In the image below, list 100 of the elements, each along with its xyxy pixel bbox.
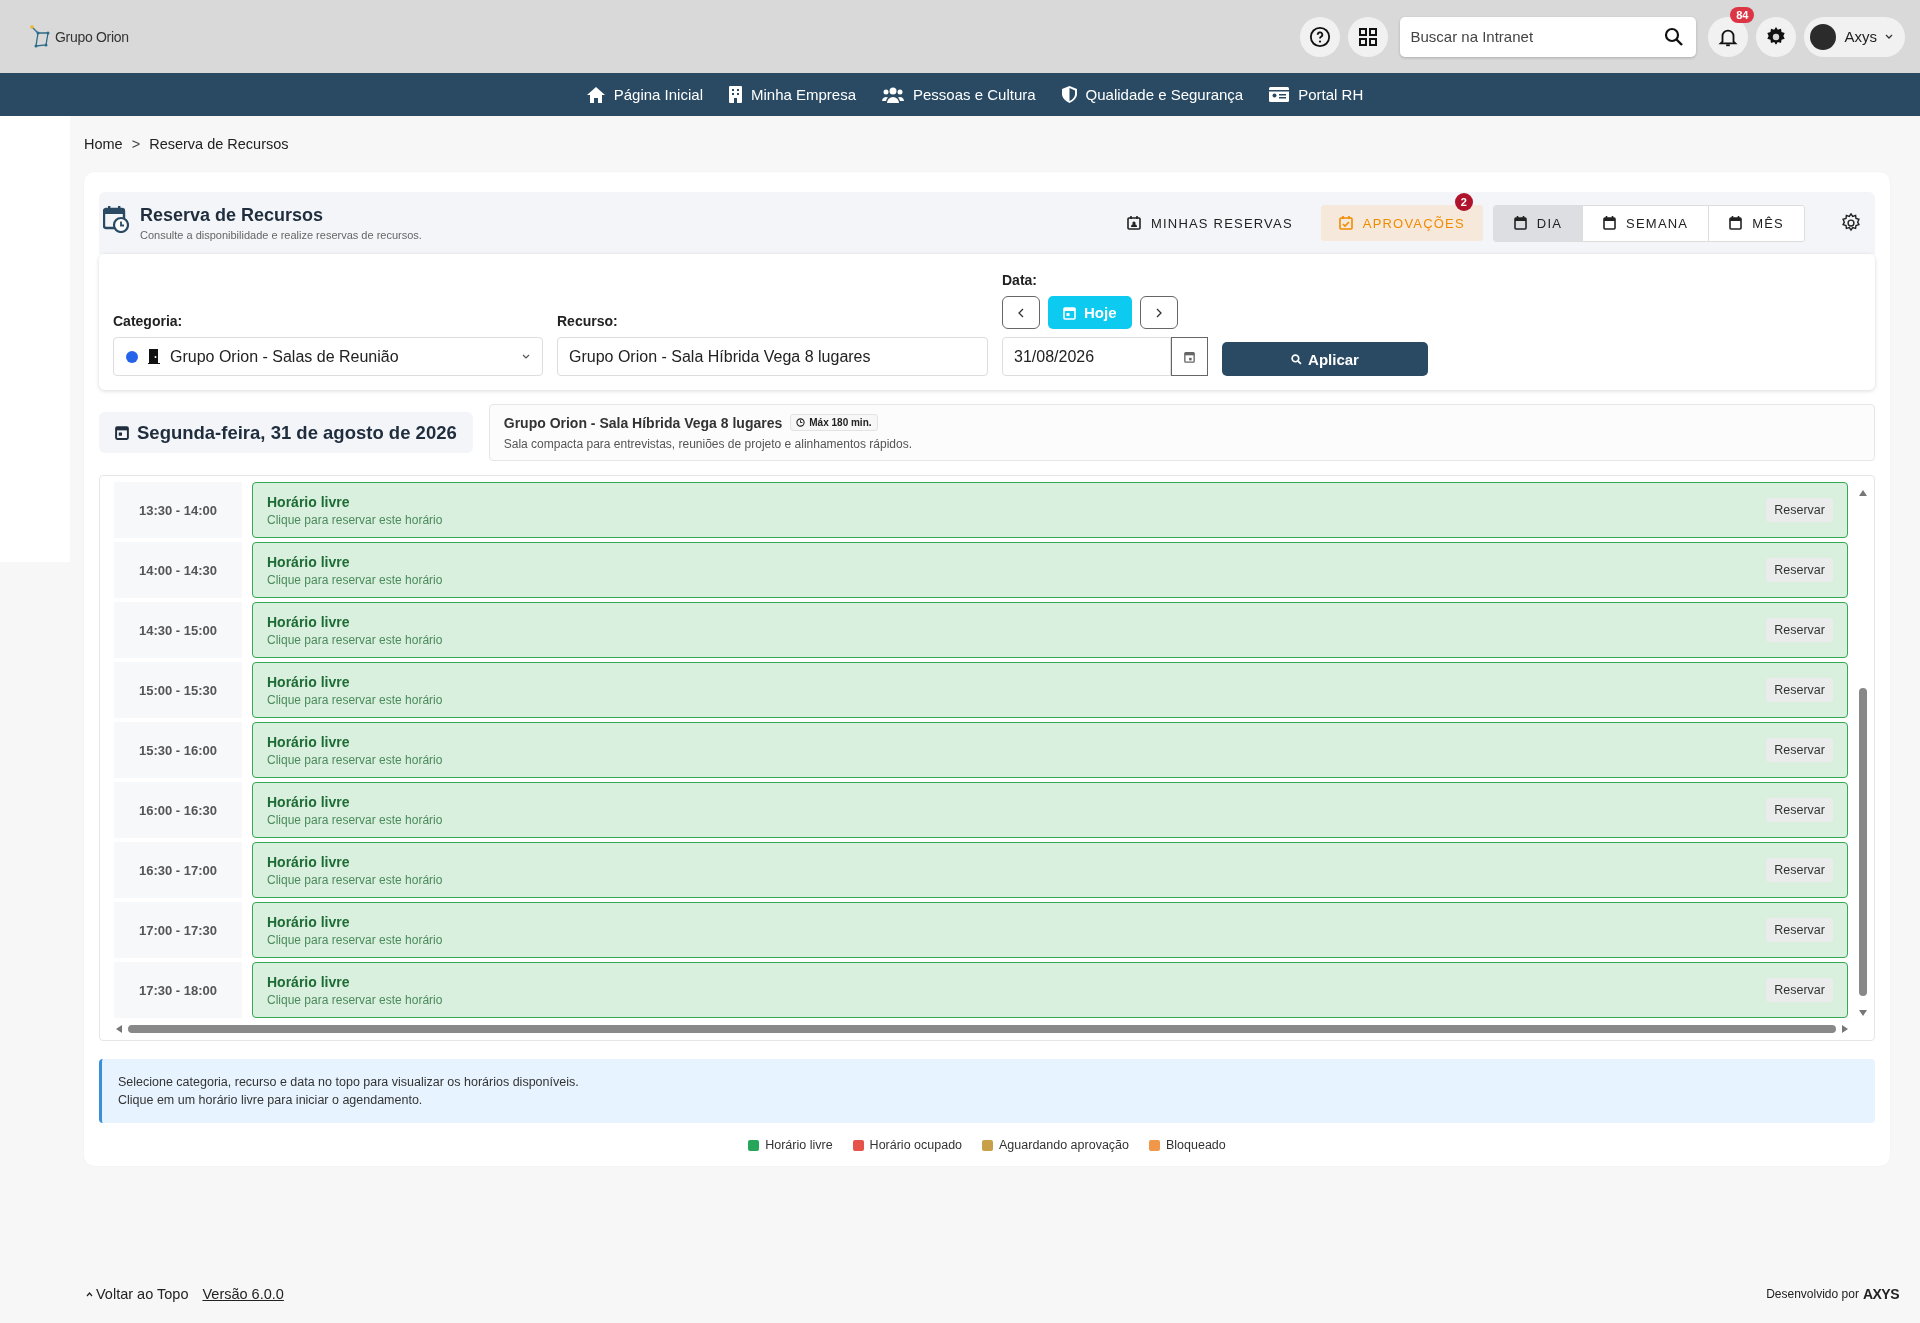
logo-text: Grupo Orion — [55, 28, 129, 45]
limit-text: Máx 180 min. — [809, 417, 872, 428]
help-icon — [1309, 25, 1332, 48]
time-slot[interactable]: Horário livre Clique para reservar este horário Reservar — [252, 962, 1848, 1018]
legend-label: Aguardando aprovação — [999, 1138, 1129, 1153]
time-slot[interactable]: Horário livre Clique para reservar este horário Reservar — [252, 902, 1848, 958]
reserve-button[interactable]: Reservar — [1766, 678, 1833, 702]
time-cell: 16:00 - 16:30 — [114, 782, 242, 838]
time-slot[interactable]: Horário livre Clique para reservar este horário Reservar — [252, 662, 1848, 718]
slot-status: Horário livre — [267, 673, 351, 690]
page-subtitle: Consulte a disponibilidade e realize reservas de recursos. — [140, 229, 422, 241]
time-cell: 14:00 - 14:30 — [114, 542, 242, 598]
slot-hint: Clique para reservar este horário — [267, 812, 443, 827]
apply-button[interactable]: Aplicar — [1222, 342, 1428, 376]
previous-day-button[interactable] — [1002, 296, 1040, 329]
time-cell: 17:00 - 17:30 — [114, 902, 242, 958]
brand-logo: AXYS — [1862, 1286, 1899, 1302]
nav-link[interactable]: Qualidade e Segurança — [1061, 86, 1244, 103]
settings-icon — [1841, 213, 1861, 233]
time-slot[interactable]: Horário livre Clique para reservar este horário Reservar — [252, 842, 1848, 898]
nav-link[interactable]: Pessoas e Cultura — [882, 86, 1036, 103]
people-icon — [882, 86, 904, 103]
reserve-button[interactable]: Reservar — [1766, 918, 1833, 942]
reserve-button[interactable]: Reservar — [1766, 858, 1833, 882]
legend-label: Horário ocupado — [869, 1138, 963, 1153]
slot-hint: Clique para reservar este horário — [267, 752, 443, 767]
vertical-scrollbar[interactable] — [1858, 490, 1868, 1016]
calendar-icon — [1603, 216, 1617, 230]
clock-icon — [796, 418, 806, 427]
field-label: Categoria: — [113, 313, 184, 329]
view-tab[interactable]: DIA — [1493, 205, 1583, 241]
legend-label: Bloqueado — [1166, 1138, 1226, 1153]
next-day-button[interactable] — [1139, 296, 1178, 329]
count-badge: 2 — [1454, 193, 1473, 211]
calendar-icon — [1184, 350, 1195, 363]
breadcrumb-separator: > — [131, 135, 141, 152]
time-cell: 13:30 - 14:00 — [114, 482, 242, 538]
time-slot[interactable]: Horário livre Clique para reservar este horário Reservar — [252, 722, 1848, 778]
id-card-icon — [1269, 87, 1290, 102]
scroll-left-icon — [116, 1025, 122, 1033]
credit-text: Desenvolvido por — [1766, 1287, 1859, 1301]
field-label: Data: — [1002, 272, 1038, 288]
breadcrumb-link[interactable]: Home — [84, 135, 123, 152]
slot-status: Horário livre — [267, 793, 351, 810]
reserve-button[interactable]: Reservar — [1766, 558, 1833, 582]
calendar-icon — [1513, 216, 1527, 230]
time-slot[interactable]: Horário livre Clique para reservar este horário Reservar — [252, 782, 1848, 838]
version-link[interactable]: Versão 6.0.0 — [202, 1286, 284, 1302]
chevron-down-icon — [1885, 33, 1893, 40]
door-icon — [148, 349, 160, 364]
reserve-button[interactable]: Reservar — [1766, 498, 1833, 522]
slot-status: Horário livre — [267, 733, 351, 750]
chevron-right-icon — [1155, 307, 1162, 318]
scroll-up-icon — [1859, 490, 1867, 496]
info-text: Clique em um horário livre para iniciar o agendamento. — [118, 1092, 424, 1110]
view-tab[interactable]: SEMANA — [1582, 205, 1709, 241]
reserve-button[interactable]: Reservar — [1766, 798, 1833, 822]
reserve-button[interactable]: Reservar — [1766, 618, 1833, 642]
search-field[interactable]: Buscar na Intranet — [1400, 16, 1697, 57]
info-text: Selecione categoria, recurso e data no topo para visualizar os horários disponíveis. — [118, 1074, 580, 1091]
reserve-button[interactable]: Reservar — [1766, 738, 1833, 762]
slot-hint: Clique para reservar este horário — [267, 932, 443, 947]
resource-name: Grupo Orion - Sala Híbrida Vega 8 lugares — [503, 414, 783, 431]
category-dot — [126, 350, 138, 363]
calendar-icon — [1729, 216, 1743, 230]
back-to-top-link[interactable]: Voltar ao Topo — [86, 1286, 189, 1302]
nav-link[interactable]: Minha Empresa — [728, 86, 856, 103]
reserve-button[interactable]: Reservar — [1766, 978, 1833, 1002]
time-slot[interactable]: Horário livre Clique para reservar este horário Reservar — [252, 602, 1848, 658]
category-select[interactable]: Grupo Orion - Salas de Reunião — [113, 337, 543, 376]
legend-label: Horário livre — [765, 1138, 833, 1153]
breadcrumb-link[interactable]: Reserva de Recursos — [149, 135, 289, 152]
home-icon — [586, 86, 605, 103]
slot-hint: Clique para reservar este horário — [267, 512, 443, 527]
user-menu[interactable]: Axys — [1804, 16, 1905, 57]
scroll-down-icon — [1859, 1010, 1867, 1016]
nav-link[interactable]: Página Inicial — [586, 86, 703, 103]
time-slot[interactable]: Horário livre Clique para reservar este horário Reservar — [252, 482, 1848, 538]
chevron-left-icon — [1018, 307, 1024, 318]
calendar-icon — [115, 425, 129, 440]
slot-hint: Clique para reservar este horário — [267, 692, 443, 707]
slot-status: Horário livre — [267, 613, 351, 630]
toolbar-button[interactable]: MINHAS RESERVAS — [1109, 205, 1311, 241]
horizontal-scrollbar[interactable] — [116, 1024, 1848, 1034]
time-cell: 15:30 - 16:00 — [114, 722, 242, 778]
day-title: Segunda-feira, 31 de agosto de 2026 — [137, 421, 457, 444]
grid-icon — [1358, 26, 1379, 47]
calendar-button[interactable] — [1171, 337, 1208, 376]
search-icon — [1664, 26, 1685, 47]
slot-status: Horário livre — [267, 973, 351, 990]
time-cell: 14:30 - 15:00 — [114, 602, 242, 658]
page-title: Reserva de Recursos — [140, 205, 325, 226]
date-field[interactable]: 31/08/2026 — [1002, 337, 1171, 376]
time-cell: 16:30 - 17:00 — [114, 842, 242, 898]
resource-field[interactable]: Grupo Orion - Sala Híbrida Vega 8 lugares — [557, 337, 988, 376]
slot-hint: Clique para reservar este horário — [267, 992, 443, 1007]
nav-link[interactable]: Portal RH — [1269, 86, 1364, 103]
calendar-icon — [1063, 305, 1076, 320]
time-slot[interactable]: Horário livre Clique para reservar este horário Reservar — [252, 542, 1848, 598]
view-tab[interactable]: MÊS — [1708, 205, 1804, 241]
